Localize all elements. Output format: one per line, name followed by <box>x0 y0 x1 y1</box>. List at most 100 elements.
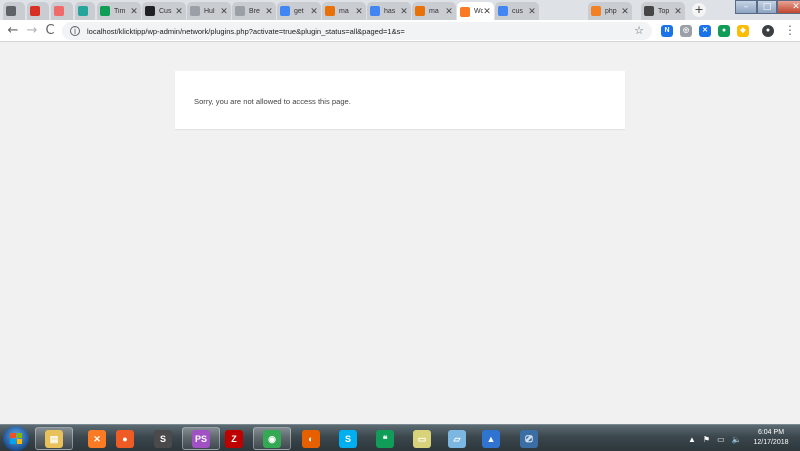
back-button[interactable]: ← <box>5 23 21 39</box>
sublime-icon: S <box>154 429 172 448</box>
network-icon: ▲ <box>482 429 500 448</box>
clock-time: 6:04 PM <box>757 429 785 436</box>
tab-title: Bre <box>249 7 260 15</box>
windows-logo-icon <box>10 433 22 444</box>
grid-extension-icon[interactable]: ◎ <box>680 25 692 37</box>
windows-taskbar: ▲ ⚑ ▭ 🔈 6:04 PM 12/17/2018 ▤ ✕ ● S PS Z ◉ ◐ S ❝ ▭ ▱… <box>0 424 800 451</box>
error-message-box: Sorry, you are not allowed to access thi… <box>175 71 625 129</box>
tab-title: get <box>294 7 304 15</box>
xampp-icon <box>460 6 470 17</box>
tab-close-icon[interactable]: ✕ <box>220 6 228 17</box>
new-tab-button[interactable]: + <box>692 3 706 17</box>
browser-toolbar: ← → C i localhost/klicktipp/wp-admin/net… <box>0 20 800 42</box>
error-message-text: Sorry, you are not allowed to access thi… <box>194 97 351 106</box>
taskbar-app-button[interactable]: ▱ <box>438 427 476 450</box>
pin-icon <box>78 6 88 16</box>
browser-tab[interactable]: cus ✕ <box>495 2 539 20</box>
phpstorm-icon: PS <box>192 429 210 448</box>
browser-tab[interactable] <box>3 2 25 20</box>
tab-close-icon[interactable]: ✕ <box>130 6 138 17</box>
browser-tab[interactable]: Hul ✕ <box>187 2 231 20</box>
taskbar-app-button[interactable]: ◉ <box>253 427 291 450</box>
wordpress-icon <box>644 6 654 16</box>
tab-close-icon[interactable]: ✕ <box>621 6 629 17</box>
page-content: Sorry, you are not allowed to access thi… <box>0 43 800 424</box>
tab-close-icon[interactable]: ✕ <box>175 6 183 17</box>
url-text[interactable]: localhost/klicktipp/wp-admin/network/plu… <box>87 27 405 36</box>
asana-icon <box>54 6 64 16</box>
tab-title: has <box>384 7 396 15</box>
tab-title: ma <box>339 7 349 15</box>
browser-tab[interactable]: php ✕ <box>588 2 632 20</box>
forward-button[interactable]: → <box>24 23 40 39</box>
volume-icon[interactable]: 🔈 <box>732 435 742 444</box>
tab-title: Tim <box>114 7 126 15</box>
start-button[interactable] <box>3 426 29 451</box>
tab-close-icon[interactable]: ✕ <box>265 6 273 17</box>
gmail-icon <box>30 6 40 16</box>
taskbar-app-button[interactable]: ● <box>106 427 144 450</box>
sheets-icon <box>100 6 110 16</box>
chrome-menu-icon[interactable]: ⋮ <box>784 23 796 37</box>
reload-button[interactable]: C <box>42 23 58 39</box>
profile-avatar-icon[interactable]: ● <box>762 25 774 37</box>
browser-tab[interactable]: Top ✕ <box>641 2 685 20</box>
browser-tab[interactable]: get ✕ <box>277 2 321 20</box>
browser-tab[interactable] <box>51 2 73 20</box>
browser-tab[interactable]: ma ✕ <box>412 2 456 20</box>
tab-title: php <box>605 7 617 15</box>
tab-close-icon[interactable]: ✕ <box>355 6 363 17</box>
document-icon <box>6 6 16 16</box>
remote-desktop-icon: ⎚ <box>520 429 538 448</box>
tab-title: cus <box>512 7 523 15</box>
browser-tab[interactable]: Cus ✕ <box>142 2 186 20</box>
close-window-button[interactable]: ✕ <box>777 0 800 14</box>
chrome-icon: ◉ <box>263 429 281 448</box>
taskbar-app-button[interactable]: ▭ <box>403 427 441 450</box>
n-extension-icon[interactable]: N <box>661 25 673 37</box>
xampp-icon: ✕ <box>88 429 106 448</box>
tab-close-icon[interactable]: ✕ <box>483 6 491 17</box>
firefox-icon: ◐ <box>302 429 320 448</box>
tab-close-icon[interactable]: ✕ <box>400 6 408 17</box>
address-bar[interactable]: i localhost/klicktipp/wp-admin/network/p… <box>62 22 652 40</box>
browser-tab[interactable] <box>27 2 49 20</box>
stackoverflow-icon <box>591 6 601 16</box>
action-center-flag-icon[interactable]: ⚑ <box>703 435 710 444</box>
taskbar-app-button[interactable]: ⎚ <box>510 427 548 450</box>
window-controls: – □ ✕ <box>735 0 800 14</box>
tab-title: ma <box>429 7 439 15</box>
browser-tab[interactable]: ma ✕ <box>322 2 366 20</box>
taskbar-app-button[interactable]: ❝ <box>366 427 404 450</box>
browser-tab[interactable]: Bre ✕ <box>232 2 276 20</box>
filezilla-icon: Z <box>225 429 243 448</box>
show-hidden-icons-arrow-icon[interactable]: ▲ <box>688 435 696 444</box>
taskbar-app-button[interactable]: Z <box>215 427 253 450</box>
taskbar-app-button[interactable]: S <box>329 427 367 450</box>
paint-icon: ▱ <box>448 429 466 448</box>
maximize-button[interactable]: □ <box>757 0 777 14</box>
network-monitor-icon[interactable]: ▭ <box>717 435 725 444</box>
shield-icon <box>235 6 245 16</box>
taskbar-app-button[interactable]: ▲ <box>472 427 510 450</box>
browser-tab[interactable]: has ✕ <box>367 2 411 20</box>
tab-close-icon[interactable]: ✕ <box>310 6 318 17</box>
minimize-button[interactable]: – <box>735 0 757 14</box>
postman-icon: ● <box>116 429 134 448</box>
green-dot-extension-icon[interactable]: ● <box>718 25 730 37</box>
taskbar-app-button[interactable]: ◐ <box>292 427 330 450</box>
tab-close-icon[interactable]: ✕ <box>528 6 536 17</box>
browser-tab[interactable] <box>75 2 95 20</box>
system-clock[interactable]: 6:04 PM 12/17/2018 <box>748 428 794 448</box>
color-extension-icon[interactable]: ◆ <box>737 25 749 37</box>
clock-date: 12/17/2018 <box>753 439 789 446</box>
tab-close-icon[interactable]: ✕ <box>445 6 453 17</box>
taskbar-app-button[interactable]: ▤ <box>35 427 73 450</box>
x-extension-icon[interactable]: ✕ <box>699 25 711 37</box>
browser-tab[interactable]: Tim ✕ <box>97 2 141 20</box>
taskbar-app-button[interactable]: S <box>144 427 182 450</box>
site-info-icon[interactable]: i <box>70 26 80 36</box>
browser-tab[interactable]: Wo ✕ <box>457 2 494 21</box>
tab-close-icon[interactable]: ✕ <box>674 6 682 17</box>
bookmark-star-icon[interactable]: ☆ <box>634 24 644 37</box>
